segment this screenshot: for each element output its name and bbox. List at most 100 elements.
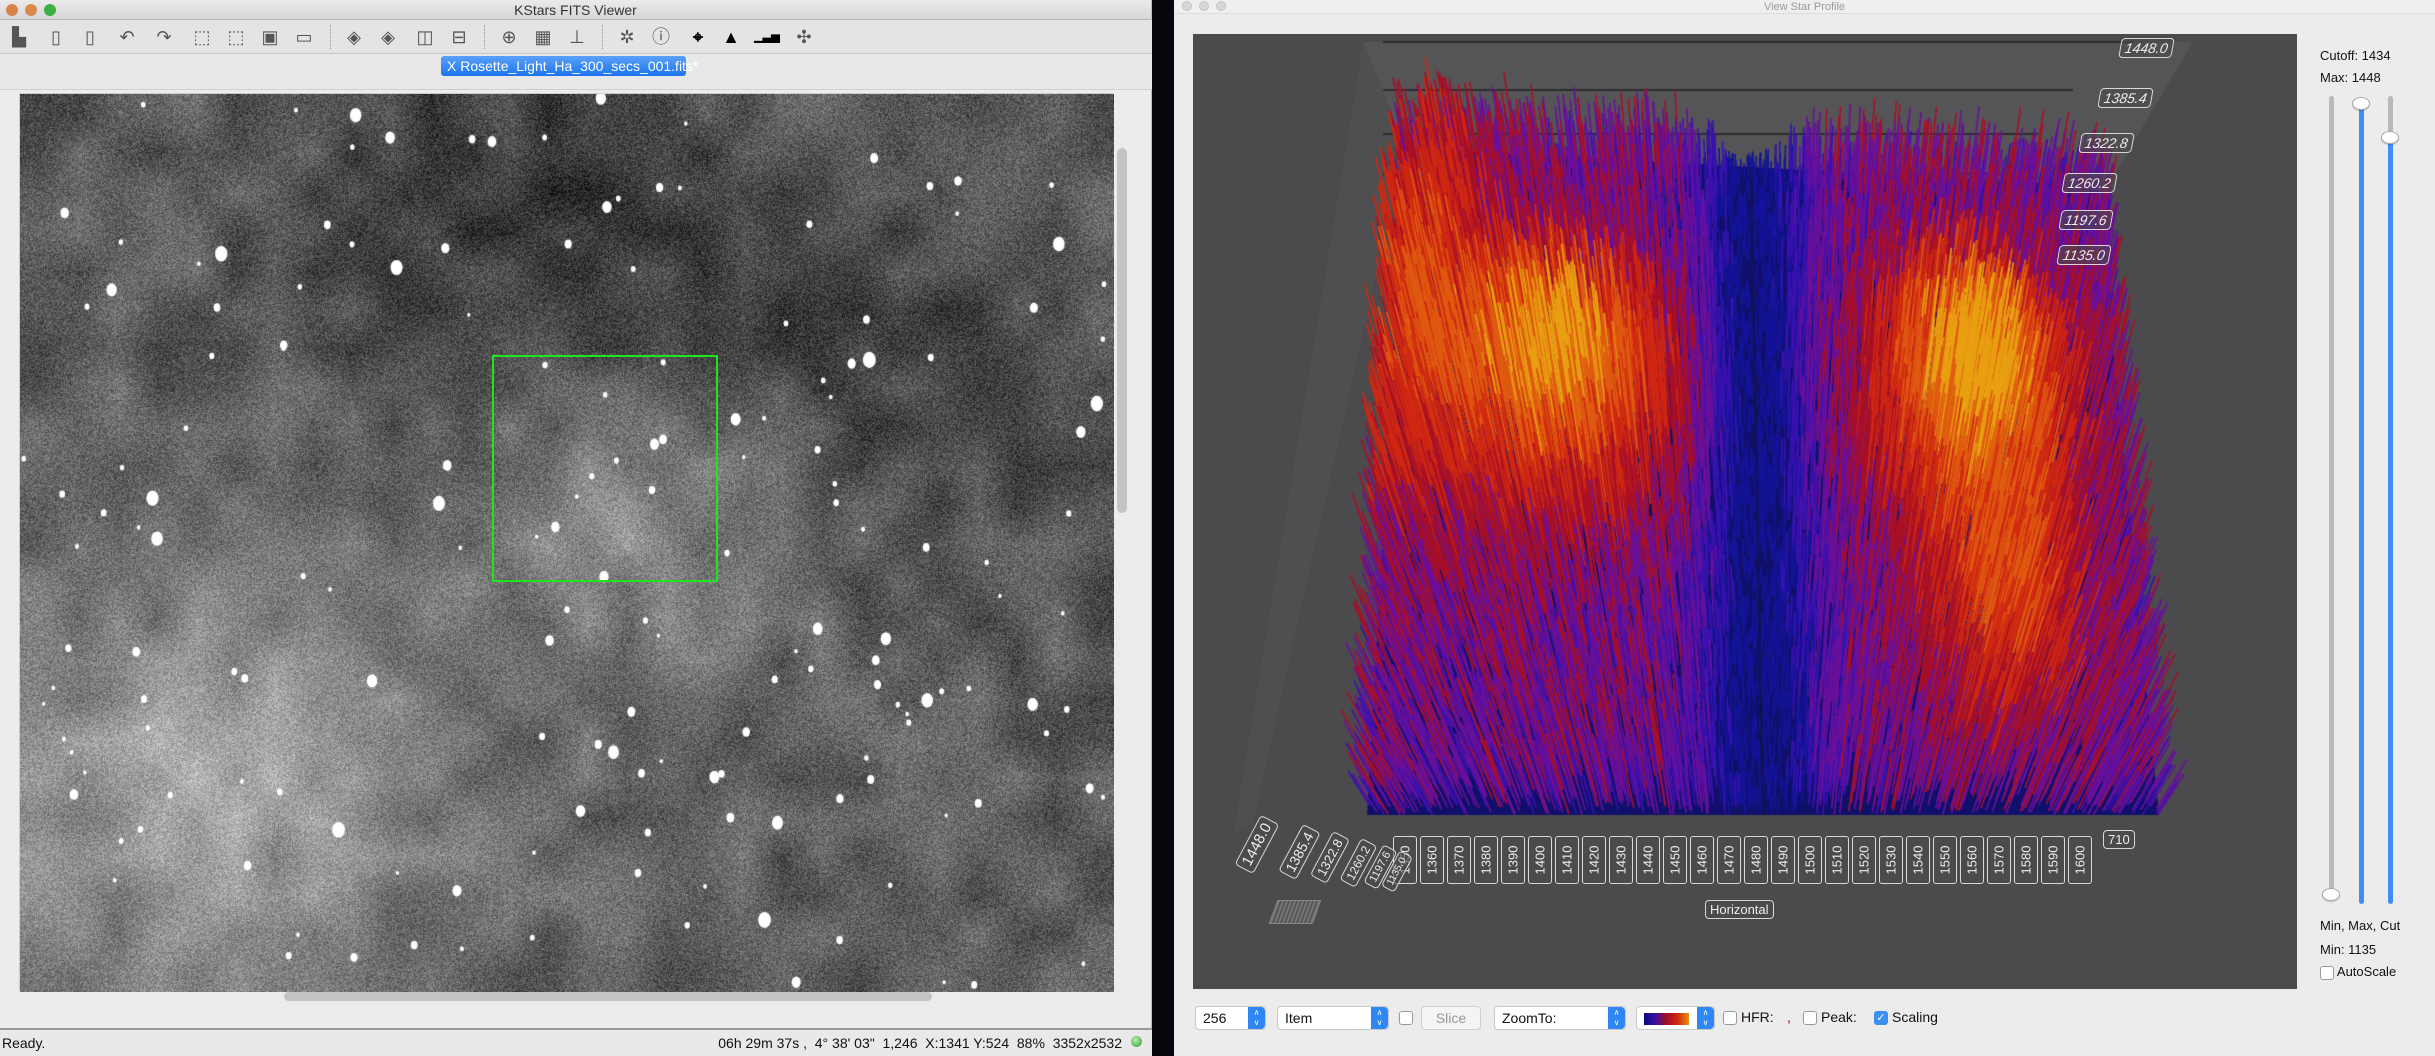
title-bar: View Star Profile bbox=[1174, 0, 2435, 14]
star-profile-3d-plot[interactable]: 1350136013701380139014001410142014301440… bbox=[1193, 34, 2297, 989]
min-value: Min: 1135 bbox=[2320, 942, 2377, 957]
tick-label: 1510 bbox=[1829, 845, 1845, 875]
horizontal-axis-tick: 1420 bbox=[1582, 836, 1606, 884]
vertical-axis-tick: 1197.6 bbox=[2058, 210, 2114, 230]
tick-label: 1450 bbox=[1667, 845, 1683, 875]
minimize-window-button[interactable] bbox=[1199, 1, 1209, 11]
fits-image-view[interactable] bbox=[19, 93, 1114, 992]
hfr-value: , bbox=[1787, 1009, 1791, 1025]
tick-label: 1480 bbox=[1748, 845, 1764, 875]
slice-checkbox[interactable] bbox=[1399, 1011, 1413, 1025]
autoscale-checkbox[interactable]: AutoScale bbox=[2320, 964, 2396, 980]
horizontal-axis-tick: 1580 bbox=[2014, 836, 2038, 884]
star-profile-selection-box[interactable] bbox=[492, 355, 718, 582]
max-slider-handle[interactable] bbox=[2352, 97, 2370, 110]
target-crosshair-icon[interactable]: ⌖ bbox=[685, 25, 711, 49]
tick-label: 1600 bbox=[2072, 845, 2088, 875]
tick-label: 1520 bbox=[1856, 845, 1872, 875]
hfr-checkbox[interactable] bbox=[1723, 1011, 1737, 1025]
tab-fits-file[interactable]: X Rosette_Light_Ha_300_secs_001.fits* bbox=[441, 56, 698, 76]
vertical-scrollbar[interactable] bbox=[1117, 148, 1127, 513]
zoom-default-icon[interactable]: ▣ bbox=[257, 25, 283, 49]
status-led-icon bbox=[1131, 1036, 1142, 1047]
window-title: KStars FITS Viewer bbox=[514, 2, 637, 18]
sample-size-value: 256 bbox=[1203, 1010, 1227, 1026]
horizontal-axis-tick: 1530 bbox=[1879, 836, 1903, 884]
close-window-button[interactable] bbox=[6, 4, 18, 16]
depth-axis-tick: 710 bbox=[2103, 830, 2135, 849]
cutoff-slider[interactable] bbox=[2388, 96, 2393, 904]
scaling-checkbox[interactable]: ✓ bbox=[1874, 1011, 1888, 1025]
horizontal-axis-tick: 1550 bbox=[1933, 836, 1957, 884]
toolbar-separator bbox=[484, 25, 485, 49]
star-profile-icon[interactable]: ⊥ bbox=[564, 25, 590, 49]
tick-label: 1590 bbox=[2045, 845, 2061, 875]
flip-vertical-icon[interactable]: ⊟ bbox=[446, 25, 472, 49]
zoom-fit-icon[interactable]: ▭ bbox=[291, 25, 317, 49]
horizontal-axis-tick: 1540 bbox=[1906, 836, 1930, 884]
info-icon[interactable]: ⓘ bbox=[648, 25, 674, 49]
tick-label: 1390 bbox=[1505, 845, 1521, 875]
horizontal-scrollbar[interactable] bbox=[284, 992, 932, 1001]
horizontal-axis-tick: 1510 bbox=[1825, 836, 1849, 884]
histogram-icon[interactable]: ▲ bbox=[718, 25, 744, 49]
sample-size-spinbox[interactable]: 256 ∧ ∨ bbox=[1195, 1006, 1266, 1030]
horizontal-axis-tick: 1410 bbox=[1555, 836, 1579, 884]
tick-label: 1560 bbox=[1964, 845, 1980, 875]
min-slider-handle[interactable] bbox=[2322, 888, 2340, 901]
horizontal-axis-tick: 1380 bbox=[1474, 836, 1498, 884]
tick-label: 1400 bbox=[1532, 845, 1548, 875]
peak-checkbox[interactable] bbox=[1803, 1011, 1817, 1025]
horizontal-axis-tick: 1470 bbox=[1717, 836, 1741, 884]
tick-label: 1470 bbox=[1721, 845, 1737, 875]
toolbar-separator bbox=[602, 25, 603, 49]
tick-label: 1570 bbox=[1991, 845, 2007, 875]
selection-mode-select[interactable]: Item ∧ ∨ bbox=[1277, 1006, 1389, 1030]
horizontal-axis-tick: 1520 bbox=[1852, 836, 1876, 884]
vertical-axis-label bbox=[1268, 900, 1322, 924]
tick-label: 1380 bbox=[1478, 845, 1494, 875]
cutoff-slider-handle[interactable] bbox=[2381, 131, 2399, 144]
slice-button[interactable]: Slice bbox=[1421, 1006, 1481, 1030]
center-icon[interactable]: ✣ bbox=[791, 25, 817, 49]
save-icon[interactable]: ▯ bbox=[43, 25, 69, 49]
vertical-axis-tick: 1322.8 bbox=[2078, 133, 2135, 153]
close-tab-icon[interactable]: X bbox=[447, 58, 456, 74]
maximize-window-button[interactable] bbox=[1216, 1, 1226, 11]
zoom-to-select[interactable]: ZoomTo: ∧ ∨ bbox=[1494, 1006, 1626, 1030]
rotate-ccw-icon[interactable]: ◈ bbox=[341, 25, 367, 49]
redo-icon[interactable]: ↷ bbox=[151, 25, 177, 49]
horizontal-axis-tick: 1600 bbox=[2068, 836, 2092, 884]
horizontal-axis-tick: 1500 bbox=[1798, 836, 1822, 884]
maximize-window-button[interactable] bbox=[44, 4, 56, 16]
select-arrows-icon: ∧ ∨ bbox=[1697, 1007, 1714, 1029]
mark-stars-icon[interactable]: ✲ bbox=[614, 25, 640, 49]
tick-label: 1440 bbox=[1640, 845, 1656, 875]
cutoff-value: Cutoff: 1434 bbox=[2320, 48, 2391, 63]
zoom-in-icon[interactable]: ⬚ bbox=[189, 25, 215, 49]
vertical-axis-tick: 1385.4 bbox=[2097, 88, 2154, 108]
close-window-button[interactable] bbox=[1182, 1, 1192, 11]
open-icon[interactable]: ▙ bbox=[6, 25, 32, 49]
max-slider[interactable] bbox=[2359, 104, 2364, 904]
minimize-window-button[interactable] bbox=[25, 4, 37, 16]
min-slider[interactable] bbox=[2329, 96, 2334, 896]
status-bar: Ready. 06h 29m 37s , 4° 38' 03" 1,246 X:… bbox=[0, 1028, 1152, 1056]
fits-viewer-window: KStars FITS Viewer ▙ ▯ ▯ ↶ ↷ ⬚ ⬚ ▣ ▭ ◈ ◈ ◫ ⊟ ⊕ ▦ ⊥ ✲ ⓘ ⌖ ▲ ▁… bbox=[0, 0, 1152, 1056]
tick-label: 1360 bbox=[1424, 845, 1440, 875]
crosshair-icon[interactable]: ⊕ bbox=[496, 25, 522, 49]
statistics-icon[interactable]: ▁▃▅ bbox=[754, 25, 780, 49]
zoom-out-icon[interactable]: ⬚ bbox=[223, 25, 249, 49]
undo-icon[interactable]: ↶ bbox=[114, 25, 140, 49]
spin-arrows-icon[interactable]: ∧ ∨ bbox=[1248, 1007, 1265, 1029]
colormap-select[interactable]: ∧ ∨ bbox=[1636, 1006, 1715, 1030]
tick-label: 1500 bbox=[1802, 845, 1818, 875]
pixel-grid-icon[interactable]: ▦ bbox=[530, 25, 556, 49]
rotate-cw-icon[interactable]: ◈ bbox=[375, 25, 401, 49]
tick-label: 1410 bbox=[1559, 845, 1575, 875]
toolbar-separator bbox=[330, 25, 331, 49]
colormap-swatch bbox=[1644, 1013, 1689, 1026]
flip-horizontal-icon[interactable]: ◫ bbox=[412, 25, 438, 49]
select-arrows-icon: ∧ ∨ bbox=[1371, 1007, 1388, 1029]
save-as-icon[interactable]: ▯ bbox=[77, 25, 103, 49]
